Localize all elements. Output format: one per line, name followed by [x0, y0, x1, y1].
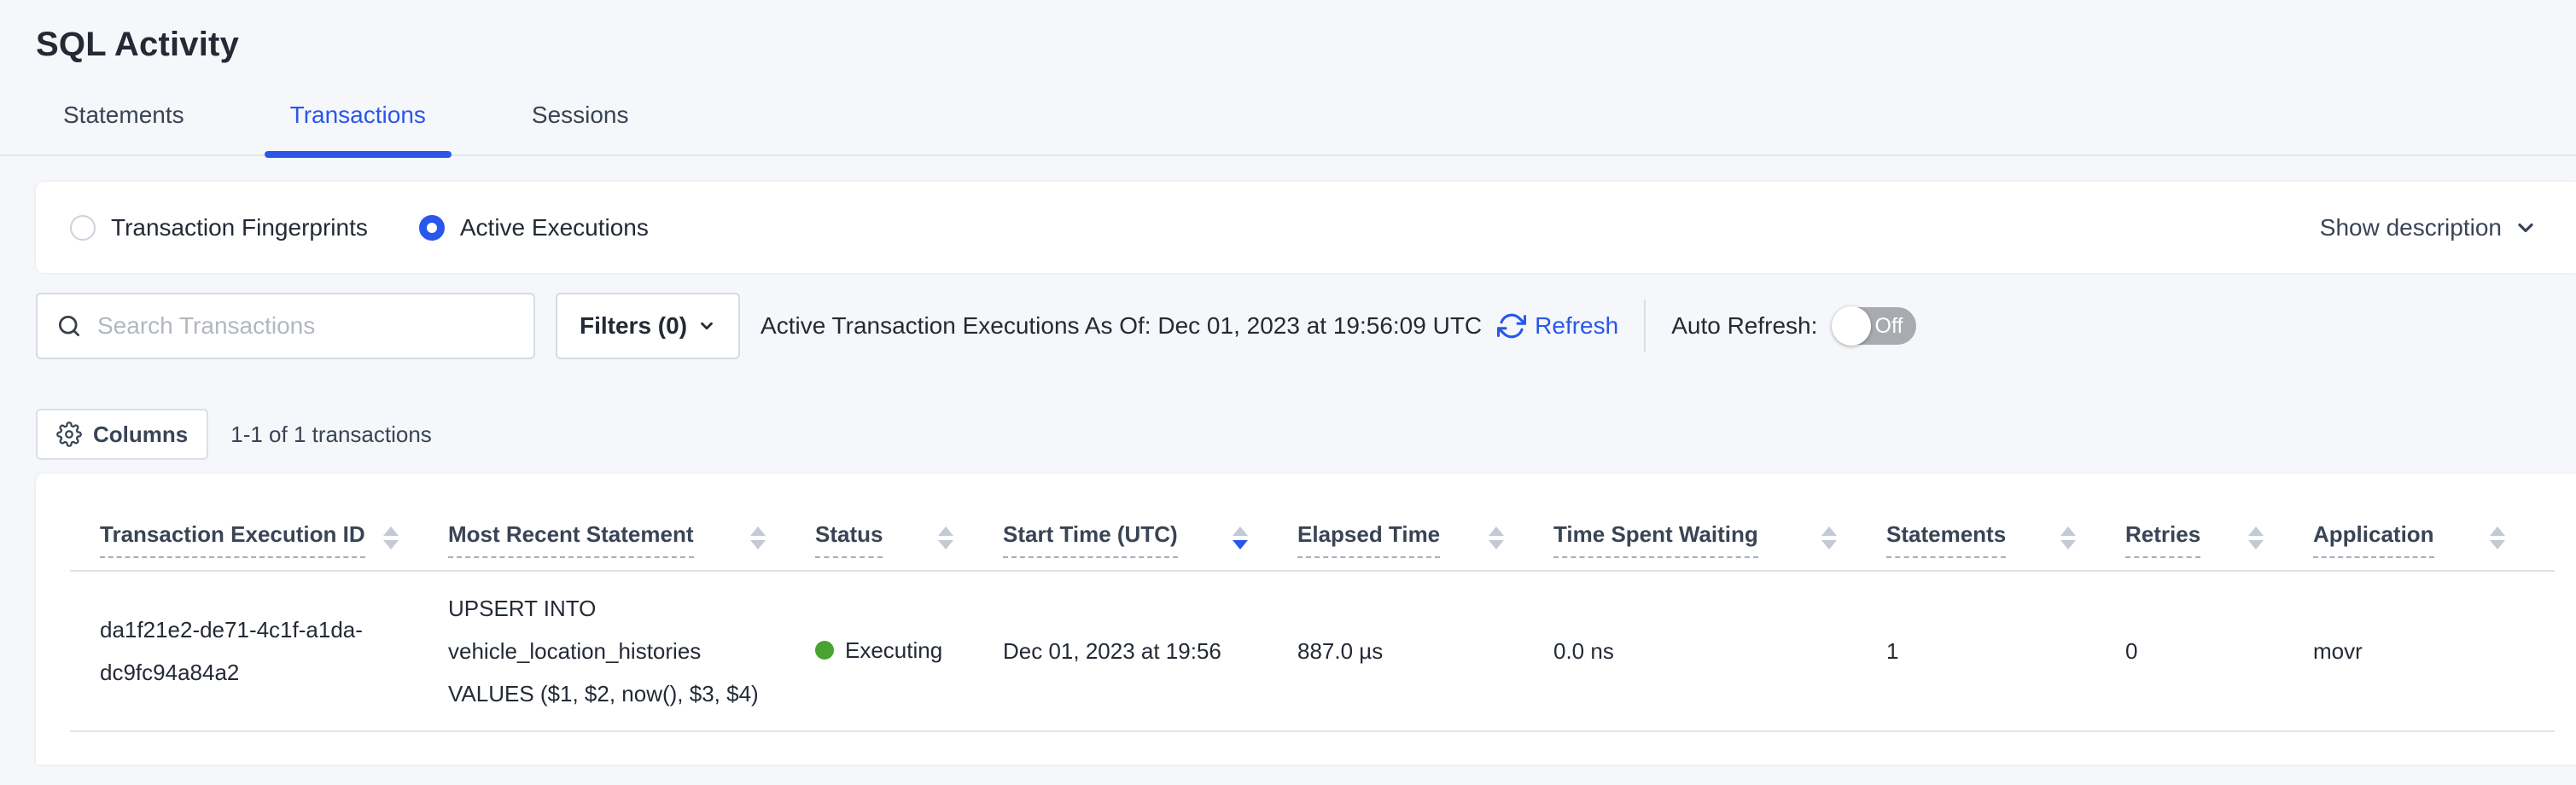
radio-label: Transaction Fingerprints [111, 214, 368, 241]
tab-bar: Statements Transactions Sessions [0, 102, 2576, 156]
show-description-label: Show description [2320, 214, 2502, 241]
columns-button[interactable]: Columns [36, 409, 208, 460]
show-description-toggle[interactable]: Show description [2320, 214, 2538, 241]
radio-circle-icon [419, 215, 445, 241]
cell-status: Executing [815, 571, 1003, 731]
column-header-transaction-execution-id[interactable]: Transaction Execution ID [70, 474, 448, 571]
tab-transactions[interactable]: Transactions [265, 102, 452, 154]
refresh-button[interactable]: Refresh [1497, 311, 1618, 340]
sql-activity-page: SQL Activity Statements Transactions Ses… [0, 0, 2576, 785]
cell-time-spent-waiting: 0.0 ns [1553, 571, 1886, 731]
filters-button[interactable]: Filters (0) [556, 293, 740, 359]
sort-arrows-icon[interactable] [938, 526, 953, 550]
sort-arrows-icon[interactable] [383, 526, 399, 550]
transactions-table: Transaction Execution ID Most Recent Sta… [70, 474, 2555, 732]
radio-transaction-fingerprints[interactable]: Transaction Fingerprints [70, 214, 368, 241]
table-controls-row: Columns 1-1 of 1 transactions [36, 409, 2576, 460]
sort-arrows-icon[interactable] [1489, 526, 1504, 550]
view-options-card: Transaction Fingerprints Active Executio… [36, 182, 2576, 273]
sort-arrows-icon[interactable] [750, 526, 766, 550]
column-header-application[interactable]: Application [2313, 474, 2555, 571]
refresh-icon[interactable] [1497, 311, 1526, 340]
toggle-knob [1832, 306, 1871, 346]
status-executing-icon [815, 641, 834, 660]
sort-arrows-icon[interactable] [2060, 526, 2076, 550]
transactions-table-card: Transaction Execution ID Most Recent Sta… [36, 474, 2576, 765]
cell-most-recent-statement: UPSERT INTO vehicle_location_histories V… [448, 571, 815, 731]
radio-label: Active Executions [460, 214, 649, 241]
auto-refresh-toggle[interactable]: Off [1833, 307, 1916, 345]
search-box [36, 293, 535, 359]
column-header-elapsed-time[interactable]: Elapsed Time [1297, 474, 1553, 571]
gear-icon [56, 422, 82, 447]
column-header-status[interactable]: Status [815, 474, 1003, 571]
radio-active-executions[interactable]: Active Executions [419, 214, 649, 241]
cell-retries: 0 [2125, 571, 2313, 731]
auto-refresh-label: Auto Refresh: [1671, 312, 1817, 340]
cell-elapsed-time: 887.0 µs [1297, 571, 1553, 731]
cell-start-time: Dec 01, 2023 at 19:56 [1003, 571, 1297, 731]
column-header-statements[interactable]: Statements [1886, 474, 2125, 571]
sort-arrows-icon[interactable] [1233, 526, 1248, 550]
toolbar-divider [1644, 299, 1646, 352]
chevron-down-icon [2514, 216, 2538, 240]
toolbar: Filters (0) Active Transaction Execution… [36, 293, 2576, 359]
column-header-time-spent-waiting[interactable]: Time Spent Waiting [1553, 474, 1886, 571]
radio-circle-icon [70, 215, 96, 241]
column-header-start-time[interactable]: Start Time (UTC) [1003, 474, 1297, 571]
columns-button-label: Columns [93, 422, 188, 448]
table-header-row: Transaction Execution ID Most Recent Sta… [70, 474, 2555, 571]
tab-sessions[interactable]: Sessions [506, 102, 655, 154]
sort-arrows-icon[interactable] [2490, 526, 2505, 550]
chevron-down-icon [697, 317, 716, 335]
search-icon [56, 313, 82, 339]
as-of-timestamp: Active Transaction Executions As Of: Dec… [761, 312, 1482, 340]
refresh-label: Refresh [1535, 312, 1618, 340]
status-label: Executing [845, 629, 942, 672]
cell-transaction-execution-id[interactable]: da1f21e2-de71-4c1f-a1da-dc9fc94a84a2 [70, 571, 448, 731]
toggle-state-label: Off [1875, 314, 1903, 339]
column-header-most-recent-statement[interactable]: Most Recent Statement [448, 474, 815, 571]
cell-application: movr [2313, 571, 2555, 731]
column-header-retries[interactable]: Retries [2125, 474, 2313, 571]
table-row: da1f21e2-de71-4c1f-a1da-dc9fc94a84a2 UPS… [70, 571, 2555, 731]
tab-statements[interactable]: Statements [38, 102, 210, 154]
page-title: SQL Activity [0, 0, 2576, 64]
sort-arrows-icon[interactable] [2248, 526, 2264, 550]
results-count: 1-1 of 1 transactions [230, 422, 432, 448]
search-input[interactable] [97, 312, 516, 340]
sort-arrows-icon[interactable] [1821, 526, 1837, 550]
cell-statements: 1 [1886, 571, 2125, 731]
filters-label: Filters (0) [580, 312, 687, 340]
